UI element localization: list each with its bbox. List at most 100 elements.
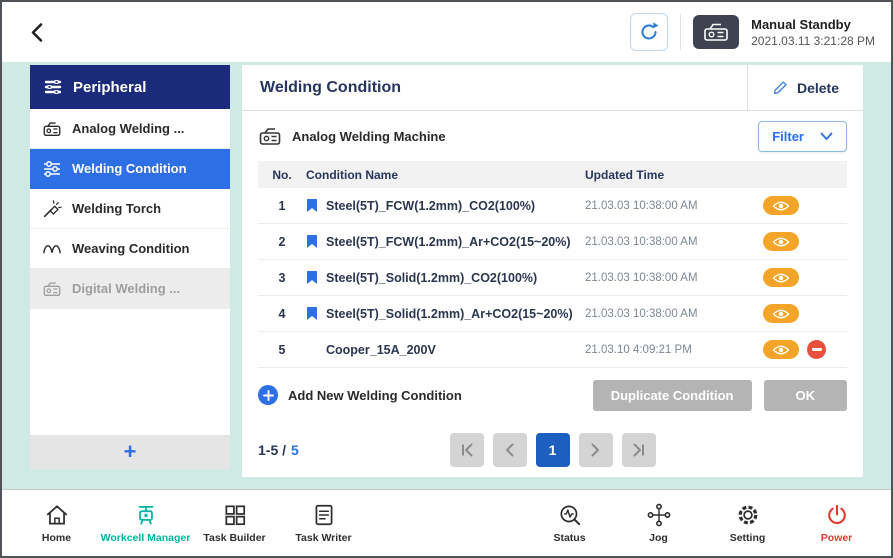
page-title: Welding Condition	[242, 79, 401, 97]
actions-row: Add New Welding Condition Duplicate Cond…	[258, 368, 847, 422]
add-new-condition-button[interactable]: Add New Welding Condition	[258, 385, 462, 405]
sidebar-item-analog-welding[interactable]: Analog Welding ...	[30, 109, 230, 149]
sidebar-add-button[interactable]: +	[30, 435, 230, 469]
peripheral-icon	[43, 77, 63, 97]
filter-button[interactable]: Filter	[758, 121, 847, 152]
nav-status[interactable]: Status	[525, 502, 614, 544]
nav-setting[interactable]: Setting	[703, 502, 792, 544]
condition-table: No. Condition Name Updated Time 1 Steel(…	[258, 161, 847, 368]
filter-label: Filter	[772, 129, 804, 144]
welding-machine-icon	[42, 119, 62, 139]
row-number: 5	[258, 343, 306, 357]
chevron-down-icon	[820, 132, 833, 141]
nav-task-writer[interactable]: Task Writer	[279, 502, 368, 544]
robot-status: Manual Standby 2021.03.11 3:21:28 PM	[751, 17, 875, 48]
sidebar-item-weaving-condition[interactable]: Weaving Condition	[30, 229, 230, 269]
sidebar-item-label: Digital Welding ...	[72, 281, 180, 296]
delete-label: Delete	[797, 80, 839, 96]
torch-icon	[42, 199, 62, 219]
main-panel: Welding Condition Delete	[242, 65, 863, 477]
bookmark-icon	[306, 306, 318, 321]
view-badge[interactable]	[763, 340, 799, 359]
condition-name: Steel(5T)_Solid(1.2mm)_CO2(100%)	[326, 271, 537, 285]
app-screen: Manual Standby 2021.03.11 3:21:28 PM Per…	[0, 0, 893, 558]
condition-name: Steel(5T)_FCW(1.2mm)_Ar+CO2(15~20%)	[326, 235, 571, 249]
chevron-left-icon	[26, 20, 50, 44]
ok-button[interactable]: OK	[764, 380, 848, 411]
nav-task-builder[interactable]: Task Builder	[190, 502, 279, 544]
table-row[interactable]: 1 Steel(5T)_FCW(1.2mm)_CO2(100%) 21.03.0…	[258, 188, 847, 224]
delete-button[interactable]: Delete	[747, 65, 863, 110]
column-updated: Updated Time	[585, 168, 763, 182]
nav-label: Power	[821, 532, 853, 544]
pagination-row: 1-5 / 5 1	[258, 422, 847, 477]
bookmark-icon	[306, 234, 318, 249]
status-label: Manual Standby	[751, 17, 875, 32]
task-writer-icon	[311, 502, 337, 528]
topbar-right: Manual Standby 2021.03.11 3:21:28 PM	[630, 13, 875, 51]
nav-group-left: Home Workcell Manager Task Builder Task …	[12, 502, 368, 544]
remove-badge[interactable]	[807, 340, 826, 359]
sidebar: Peripheral Analog Welding ...	[30, 65, 230, 469]
machine-row: Analog Welding Machine Filter	[258, 111, 847, 161]
duplicate-condition-button[interactable]: Duplicate Condition	[593, 380, 752, 411]
plus-circle-icon	[258, 385, 278, 405]
bookmark-icon	[306, 198, 318, 213]
sidebar-item-welding-condition[interactable]: Welding Condition	[30, 149, 230, 189]
nav-power[interactable]: Power	[792, 502, 881, 544]
topbar-divider	[680, 14, 681, 50]
view-badge[interactable]	[763, 232, 799, 251]
table-row[interactable]: 5 Cooper_15A_200V 21.03.10 4:09:21 PM	[258, 332, 847, 368]
home-icon	[44, 502, 70, 528]
prev-page-button[interactable]	[493, 433, 527, 467]
nav-label: Workcell Manager	[101, 532, 191, 544]
nav-label: Status	[553, 532, 585, 544]
row-number: 2	[258, 235, 306, 249]
page-range-label: 1-5 /	[258, 442, 286, 458]
column-name: Condition Name	[306, 168, 585, 182]
bookmark-icon	[306, 270, 318, 285]
column-no: No.	[258, 168, 306, 182]
sliders-icon	[42, 159, 62, 179]
view-badge[interactable]	[763, 268, 799, 287]
nav-workcell-manager[interactable]: Workcell Manager	[101, 502, 190, 544]
main-body: Analog Welding Machine Filter No. Condit…	[242, 111, 863, 477]
sidebar-item-label: Welding Torch	[72, 201, 161, 216]
updated-time: 21.03.03 10:38:00 AM	[585, 200, 763, 212]
nav-home[interactable]: Home	[12, 502, 101, 544]
main-header: Welding Condition Delete	[242, 65, 863, 111]
condition-name: Cooper_15A_200V	[326, 343, 436, 357]
condition-name: Steel(5T)_FCW(1.2mm)_CO2(100%)	[326, 199, 535, 213]
content-area: Peripheral Analog Welding ...	[2, 62, 891, 489]
workcell-manager-icon	[133, 502, 159, 528]
nav-group-right: Status Jog Setting Power	[525, 502, 881, 544]
table-header: No. Condition Name Updated Time	[258, 161, 847, 188]
sidebar-item-welding-torch[interactable]: Welding Torch	[30, 189, 230, 229]
sidebar-item-label: Welding Condition	[72, 161, 187, 176]
first-page-button[interactable]	[450, 433, 484, 467]
nav-label: Task Builder	[203, 532, 265, 544]
table-row[interactable]: 3 Steel(5T)_Solid(1.2mm)_CO2(100%) 21.03…	[258, 260, 847, 296]
table-row[interactable]: 2 Steel(5T)_FCW(1.2mm)_Ar+CO2(15~20%) 21…	[258, 224, 847, 260]
view-badge[interactable]	[763, 196, 799, 215]
last-page-button[interactable]	[622, 433, 656, 467]
sidebar-header-label: Peripheral	[73, 79, 146, 96]
machine-label: Analog Welding Machine	[292, 129, 446, 144]
page-1-button[interactable]: 1	[536, 433, 570, 467]
updated-time: 21.03.10 4:09:21 PM	[585, 344, 763, 356]
power-icon	[824, 502, 850, 528]
bottom-nav: Home Workcell Manager Task Builder Task …	[2, 489, 891, 556]
back-button[interactable]	[18, 12, 58, 52]
nav-label: Setting	[730, 532, 766, 544]
sidebar-item-digital-welding[interactable]: Digital Welding ...	[30, 269, 230, 309]
view-badge[interactable]	[763, 304, 799, 323]
next-page-button[interactable]	[579, 433, 613, 467]
updated-time: 21.03.03 10:38:00 AM	[585, 236, 763, 248]
status-icon	[557, 502, 583, 528]
nav-label: Task Writer	[295, 532, 351, 544]
status-timestamp: 2021.03.11 3:21:28 PM	[751, 34, 875, 48]
table-row[interactable]: 4 Steel(5T)_Solid(1.2mm)_Ar+CO2(15~20%) …	[258, 296, 847, 332]
refresh-icon	[638, 21, 660, 43]
refresh-button[interactable]	[630, 13, 668, 51]
nav-jog[interactable]: Jog	[614, 502, 703, 544]
